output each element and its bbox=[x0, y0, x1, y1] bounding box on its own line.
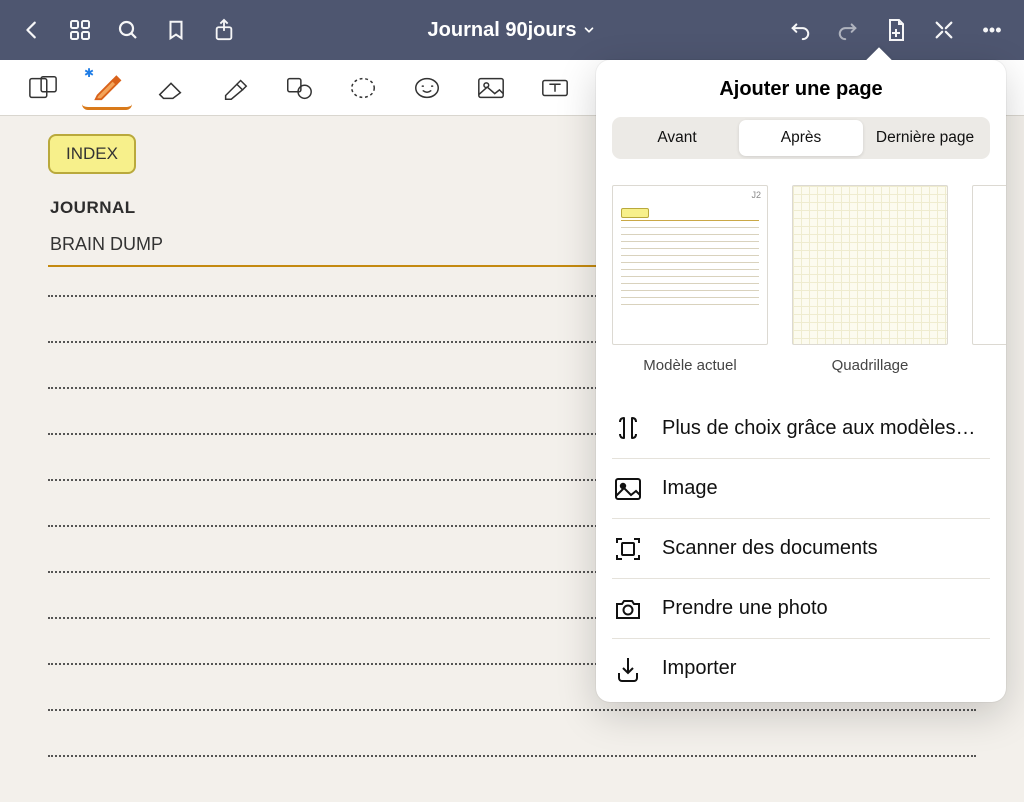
four-squares-icon bbox=[68, 18, 92, 42]
template-grid[interactable]: Quadrillage bbox=[792, 185, 948, 374]
action-scan-documents[interactable]: Scanner des documents bbox=[612, 518, 990, 578]
tool-text[interactable] bbox=[530, 66, 580, 110]
scan-icon bbox=[612, 533, 644, 565]
ellipsis-icon bbox=[979, 19, 1005, 41]
segment-after[interactable]: Après bbox=[739, 120, 863, 156]
lasso-icon bbox=[348, 74, 378, 102]
sticker-icon bbox=[412, 74, 442, 102]
template-thumb-blank bbox=[972, 185, 1006, 345]
bookmark-button[interactable] bbox=[156, 10, 196, 50]
image-icon bbox=[476, 75, 506, 101]
grid-view-button[interactable] bbox=[60, 10, 100, 50]
action-label: Scanner des documents bbox=[662, 537, 878, 560]
undo-icon bbox=[787, 19, 813, 41]
template-page-number: J2 bbox=[613, 186, 767, 200]
action-take-photo[interactable]: Prendre une photo bbox=[612, 578, 990, 638]
navbar: Journal 90jours bbox=[0, 0, 1024, 60]
back-button[interactable] bbox=[12, 10, 52, 50]
template-blank[interactable]: Vierge bbox=[972, 185, 1006, 374]
add-page-button[interactable] bbox=[876, 10, 916, 50]
segment-last-page[interactable]: Dernière page bbox=[863, 120, 987, 156]
tool-sticker[interactable] bbox=[402, 66, 452, 110]
action-image[interactable]: Image bbox=[612, 458, 990, 518]
share-button[interactable] bbox=[204, 10, 244, 50]
tool-zoom[interactable] bbox=[18, 66, 68, 110]
action-list: Plus de choix grâce aux modèles… Image S… bbox=[596, 398, 1006, 698]
search-icon bbox=[116, 18, 140, 42]
bookmark-icon bbox=[165, 18, 187, 42]
tool-shapes[interactable] bbox=[274, 66, 324, 110]
document-title: Journal 90jours bbox=[428, 19, 577, 42]
template-label: Vierge bbox=[972, 357, 1006, 374]
redo-button[interactable] bbox=[828, 10, 868, 50]
add-page-popover: Ajouter une page Avant Après Dernière pa… bbox=[596, 60, 1006, 702]
highlighter-icon bbox=[220, 74, 250, 102]
writing-line bbox=[48, 709, 976, 711]
template-thumb-current: J2 bbox=[612, 185, 768, 345]
page-plus-icon bbox=[884, 17, 908, 43]
template-current[interactable]: J2 Modèle actuel bbox=[612, 185, 768, 374]
writing-line bbox=[48, 755, 976, 757]
split-text-icon bbox=[612, 412, 644, 444]
collapse-button[interactable] bbox=[924, 10, 964, 50]
undo-button[interactable] bbox=[780, 10, 820, 50]
more-button[interactable] bbox=[972, 10, 1012, 50]
action-label: Importer bbox=[662, 657, 736, 680]
action-import[interactable]: Importer bbox=[612, 638, 990, 698]
textbox-icon bbox=[540, 75, 570, 101]
index-tab[interactable]: INDEX bbox=[48, 134, 136, 174]
collapse-icon bbox=[933, 19, 955, 41]
zoom-region-icon bbox=[28, 74, 58, 102]
camera-icon bbox=[612, 593, 644, 625]
template-row: J2 Modèle actuel Quadrillage Vierge bbox=[596, 159, 1006, 382]
search-button[interactable] bbox=[108, 10, 148, 50]
popover-title: Ajouter une page bbox=[596, 60, 1006, 117]
template-label: Modèle actuel bbox=[612, 357, 768, 374]
tool-highlighter[interactable] bbox=[210, 66, 260, 110]
chevron-down-icon bbox=[582, 23, 596, 37]
import-icon bbox=[612, 653, 644, 685]
share-icon bbox=[213, 17, 235, 43]
position-segmented-control: Avant Après Dernière page bbox=[612, 117, 990, 159]
segment-before[interactable]: Avant bbox=[615, 120, 739, 156]
tool-eraser[interactable] bbox=[146, 66, 196, 110]
image-icon bbox=[612, 473, 644, 505]
template-thumb-grid bbox=[792, 185, 948, 345]
action-label: Plus de choix grâce aux modèles… bbox=[662, 417, 976, 440]
template-label: Quadrillage bbox=[792, 357, 948, 374]
pen-icon bbox=[92, 71, 122, 101]
tool-image[interactable] bbox=[466, 66, 516, 110]
action-label: Prendre une photo bbox=[662, 597, 828, 620]
action-label: Image bbox=[662, 477, 718, 500]
chevron-left-icon bbox=[21, 19, 43, 41]
redo-icon bbox=[835, 19, 861, 41]
bluetooth-icon: ✱ bbox=[84, 66, 94, 80]
tool-pen[interactable]: ✱ bbox=[82, 66, 132, 110]
eraser-icon bbox=[156, 75, 186, 101]
tool-lasso[interactable] bbox=[338, 66, 388, 110]
shapes-icon bbox=[284, 74, 314, 102]
action-more-templates[interactable]: Plus de choix grâce aux modèles… bbox=[612, 398, 990, 458]
document-title-dropdown[interactable]: Journal 90jours bbox=[252, 19, 772, 42]
